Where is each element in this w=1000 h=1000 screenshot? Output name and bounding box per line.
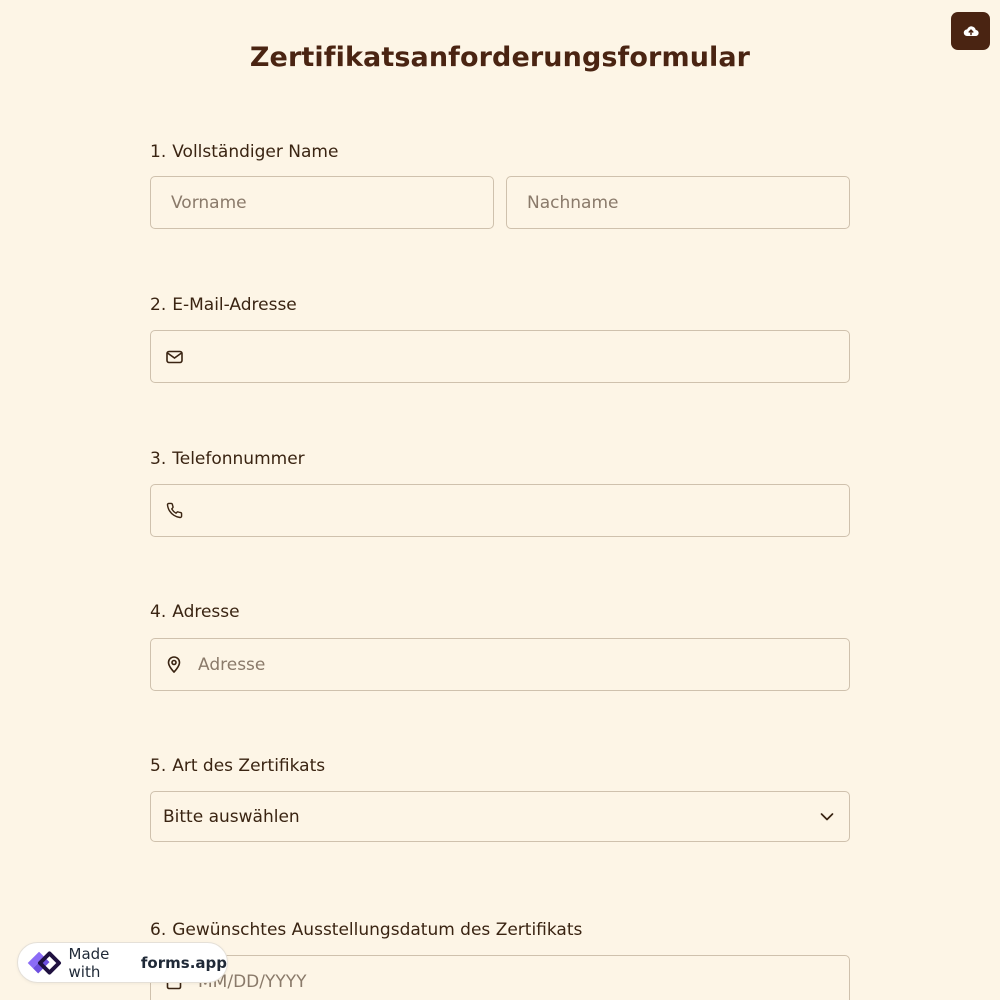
cloud-upload-icon [963, 26, 979, 37]
page-title: Zertifikatsanforderungsformular [249, 42, 751, 73]
address-field[interactable]: Adresse [150, 638, 850, 691]
forms-app-logo-icon [27, 950, 62, 975]
question-number: 6. [150, 920, 167, 940]
mail-icon [165, 348, 183, 366]
made-with-forms-app-badge[interactable]: Made with forms.app [17, 942, 228, 983]
question-number: 2. [150, 295, 167, 315]
phone-icon [165, 502, 183, 520]
question-text: Adresse [172, 602, 240, 622]
first-name-input[interactable]: Vorname [150, 176, 494, 229]
form-page: Zertifikatsanforderungsformular 1. Vollst… [0, 0, 1000, 1000]
question-label-certificate-type: 5. Art des Zertifikats [150, 756, 325, 776]
first-name-placeholder: Vorname [171, 192, 247, 213]
map-pin-icon [165, 656, 183, 674]
certificate-type-selected-value: Bitte auswählen [163, 806, 300, 827]
question-number: 4. [150, 602, 167, 622]
chevron-down-icon [820, 812, 834, 821]
question-number: 1. [150, 142, 167, 162]
question-text: Gewünschtes Ausstellungsdatum des Zertif… [172, 920, 583, 940]
issue-date-field[interactable]: MM/DD/YYYY [150, 955, 850, 1000]
question-text: Telefonnummer [172, 449, 305, 469]
question-label-full-name: 1. Vollständiger Name [150, 142, 338, 162]
question-number: 5. [150, 756, 167, 776]
question-label-issue-date: 6. Gewünschtes Ausstellungsdatum des Zert… [150, 920, 582, 940]
question-text: Art des Zertifikats [172, 756, 326, 776]
phone-field[interactable] [150, 484, 850, 537]
address-placeholder: Adresse [198, 654, 266, 675]
question-number: 3. [150, 449, 167, 469]
last-name-input[interactable]: Nachname [506, 176, 850, 229]
made-with-text: Made with [68, 944, 110, 981]
question-label-address: 4. Adresse [150, 602, 240, 622]
question-label-email: 2. E-Mail-Adresse [150, 295, 297, 315]
question-label-phone: 3. Telefonnummer [150, 449, 305, 469]
last-name-placeholder: Nachname [527, 192, 619, 213]
question-text: Vollständiger Name [172, 142, 339, 162]
certificate-type-select[interactable]: Bitte auswählen [150, 791, 850, 842]
question-text: E-Mail-Adresse [172, 295, 297, 315]
forms-app-brand-text: forms.app [140, 953, 227, 972]
email-field[interactable] [150, 330, 850, 383]
